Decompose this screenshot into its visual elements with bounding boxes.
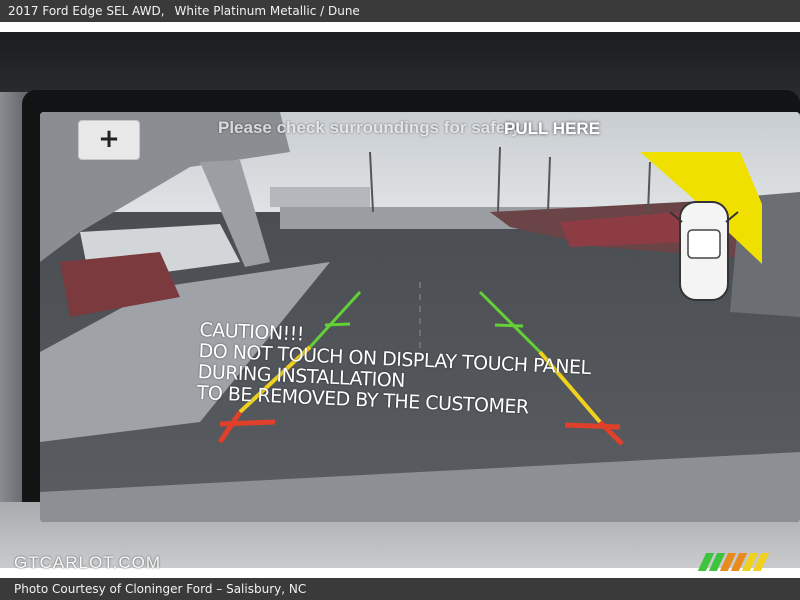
vehicle-color: White Platinum Metallic / Dune: [174, 4, 360, 18]
dashboard-photo: Please check surroundings for safety + P…: [0, 32, 800, 568]
guide-tick-right-far: [494, 323, 524, 328]
plus-icon: +: [98, 124, 120, 154]
guide-tick-right-near: [564, 422, 621, 430]
vehicle-top-view-icon: [669, 201, 739, 301]
pull-here-label[interactable]: PULL HERE: [504, 119, 600, 139]
photo-credit-bar: Photo Courtesy of Cloninger Ford – Salis…: [0, 578, 800, 600]
vehicle-title: 2017 Ford Edge SEL AWD,: [8, 4, 165, 18]
photo-credit: Photo Courtesy of Cloninger Ford – Salis…: [14, 582, 307, 596]
rear-camera-display[interactable]: Please check surroundings for safety + P…: [40, 112, 800, 522]
brand-stripes-logo: [697, 553, 770, 571]
caption-header: 2017 Ford Edge SEL AWD, White Platinum Me…: [0, 0, 800, 22]
distant-building: [270, 187, 370, 207]
zoom-plus-button[interactable]: +: [78, 120, 140, 160]
camera-view-scene: [40, 112, 800, 522]
guide-tick-left-near: [219, 419, 276, 427]
safety-warning-banner: Please check surroundings for safety: [218, 118, 521, 137]
site-watermark: GTCARLOT.COM: [14, 553, 162, 572]
